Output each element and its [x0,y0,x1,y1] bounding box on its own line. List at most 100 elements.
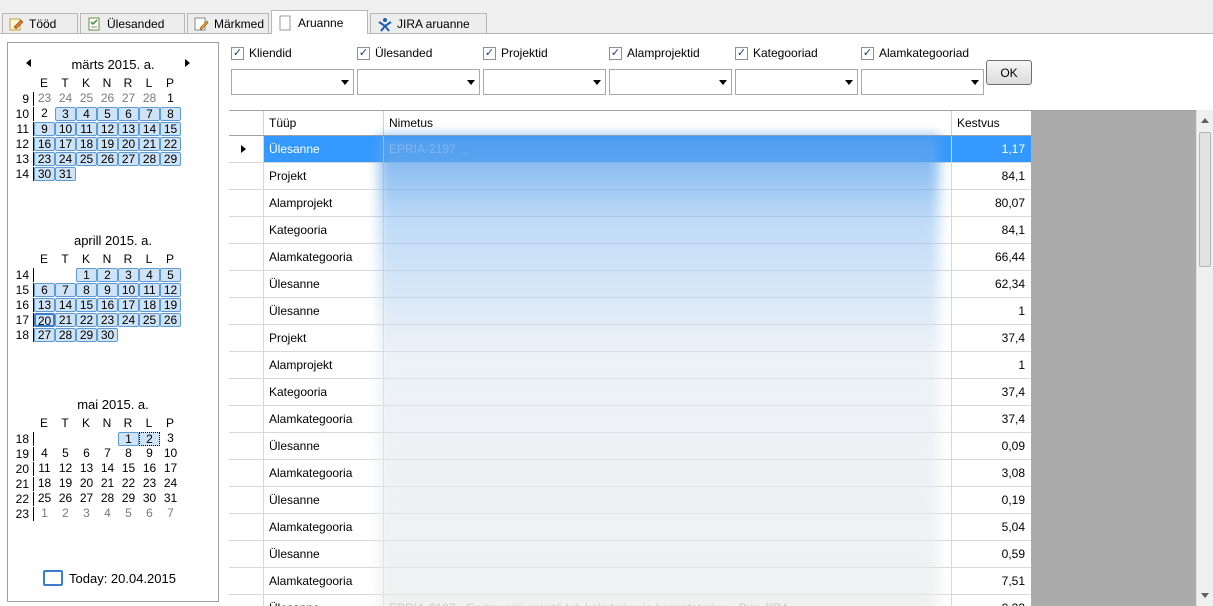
calendar-day[interactable]: 23 [139,477,160,491]
duration-cell[interactable]: 1 [952,352,1031,378]
row-header[interactable] [229,325,264,351]
row-header[interactable] [229,136,264,162]
duration-cell[interactable]: 37,4 [952,325,1031,351]
calendar-day[interactable]: 4 [139,268,160,282]
row-header[interactable] [229,433,264,459]
calendar-day[interactable]: 5 [97,107,118,121]
calendar-day[interactable]: 24 [55,92,76,106]
calendar-day[interactable]: 6 [118,107,139,121]
ulesanded-checkbox[interactable]: ✓ [357,46,370,60]
duration-cell[interactable]: 1 [952,298,1031,324]
duration-cell[interactable]: 0,19 [952,487,1031,513]
row-header[interactable] [229,595,264,606]
ulesanded-combo[interactable] [357,69,480,95]
calendar-day[interactable]: 11 [34,462,55,476]
calendar-day[interactable]: 30 [139,492,160,506]
calendar-day[interactable]: 13 [34,298,55,312]
calendar-day[interactable]: 9 [34,122,55,136]
type-cell[interactable]: Alamkategooria [264,460,384,486]
kliendid-checkbox[interactable]: ✓ [231,46,244,60]
table-row[interactable]: Alamkategooria 7,51 [229,568,1031,595]
calendar-day[interactable]: 29 [76,328,97,342]
calendar-day[interactable]: 6 [34,283,55,297]
type-cell[interactable]: Ülesanne [264,271,384,297]
today-link[interactable]: Today: 20.04.2015 [43,570,176,586]
name-cell[interactable]: EPRIA-2197 - Endmenüü asi stä kd..kalndm… [384,595,952,606]
row-header[interactable] [229,487,264,513]
calendar-day[interactable]: 3 [76,507,97,521]
calendar-day[interactable]: 26 [97,92,118,106]
calendar-day[interactable]: 19 [160,298,181,312]
calendar-day[interactable]: 23 [34,92,55,106]
calendar-day[interactable]: 2 [34,107,55,121]
calendar-day[interactable]: 17 [55,137,76,151]
calendar-day[interactable]: 1 [160,92,181,106]
duration-cell[interactable]: 37,4 [952,379,1031,405]
calendar-day[interactable]: 12 [97,122,118,136]
column-header-nimetus[interactable]: Nimetus [384,111,952,135]
duration-cell[interactable]: 1,17 [952,136,1031,162]
calendar-day[interactable]: 26 [55,492,76,506]
calendar-day[interactable]: 17 [118,298,139,312]
calendar-day[interactable]: 25 [34,492,55,506]
projektid-checkbox[interactable]: ✓ [483,46,496,60]
scroll-down-arrow-icon[interactable] [1201,593,1209,598]
name-cell[interactable] [384,487,952,513]
kategooriad-checkbox[interactable]: ✓ [735,46,748,60]
calendar-day[interactable]: 8 [118,447,139,461]
duration-cell[interactable]: 5,04 [952,514,1031,540]
calendar-day[interactable]: 28 [97,492,118,506]
calendar-day[interactable]: 11 [139,283,160,297]
name-cell[interactable] [384,298,952,324]
calendar-day[interactable]: 10 [118,283,139,297]
calendar-day[interactable]: 2 [139,432,160,446]
kategooriad-combo[interactable] [735,69,858,95]
name-cell[interactable] [384,406,952,432]
calendar-day[interactable]: 22 [118,477,139,491]
calendar-day[interactable]: 31 [160,492,181,506]
row-header[interactable] [229,271,264,297]
calendar-day[interactable]: 1 [76,268,97,282]
calendar-day[interactable]: 4 [97,507,118,521]
calendar-day[interactable]: 31 [55,167,76,181]
calendar-day[interactable]: 25 [76,152,97,166]
type-cell[interactable]: Ülesanne [264,136,384,162]
calendar-day[interactable]: 3 [160,432,181,446]
calendar-day[interactable]: 8 [160,107,181,121]
duration-cell[interactable]: 37,4 [952,406,1031,432]
type-cell[interactable]: Alamprojekt [264,190,384,216]
table-row[interactable]: Projekt 84,1 [229,163,1031,190]
calendar-day[interactable]: 27 [118,152,139,166]
calendar-day[interactable]: 16 [34,137,55,151]
duration-cell[interactable]: 0,09 [952,433,1031,459]
calendar-day[interactable]: 28 [139,92,160,106]
calendar-day[interactable]: 12 [55,462,76,476]
row-header[interactable] [229,568,264,594]
name-cell[interactable] [384,514,952,540]
alamprojektid-combo[interactable] [609,69,732,95]
calendar-day[interactable]: 6 [76,447,97,461]
calendar-day[interactable]: 28 [55,328,76,342]
name-cell[interactable] [384,379,952,405]
name-cell[interactable] [384,325,952,351]
type-cell[interactable]: Alamprojekt [264,352,384,378]
calendar-day[interactable]: 29 [118,492,139,506]
duration-cell[interactable]: 3,08 [952,460,1031,486]
calendar-day[interactable]: 3 [55,107,76,121]
table-row[interactable]: Alamprojekt 80,07 [229,190,1031,217]
calendar-day[interactable]: 24 [55,152,76,166]
duration-cell[interactable]: 7,51 [952,568,1031,594]
calendar-day[interactable]: 9 [139,447,160,461]
row-header[interactable] [229,514,264,540]
table-row[interactable]: Projekt 37,4 [229,325,1031,352]
calendar-day[interactable]: 26 [97,152,118,166]
calendar-day[interactable]: 15 [160,122,181,136]
calendar-day[interactable]: 10 [55,122,76,136]
table-row[interactable]: Alamkategooria 3,08 [229,460,1031,487]
alamkategooriad-combo[interactable] [861,69,984,95]
duration-cell[interactable]: 84,1 [952,163,1031,189]
type-cell[interactable]: Alamkategooria [264,568,384,594]
calendar-day[interactable]: 18 [34,477,55,491]
type-cell[interactable]: Ülesanne [264,433,384,459]
name-cell[interactable] [384,244,952,270]
